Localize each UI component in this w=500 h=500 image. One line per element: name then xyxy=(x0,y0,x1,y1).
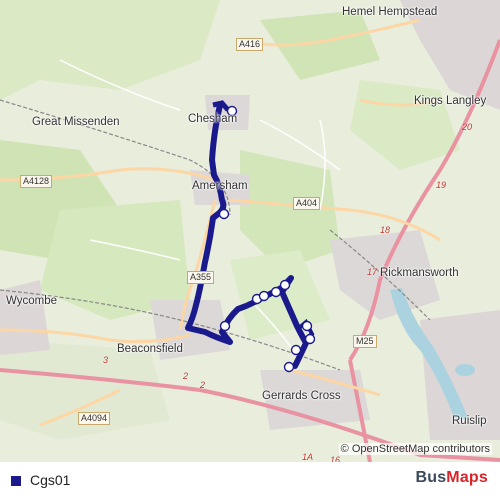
bus-stop xyxy=(301,320,313,332)
busmaps-logo[interactable]: BusMaps xyxy=(415,469,488,487)
junction-label: 1A xyxy=(302,452,314,462)
bus-stop xyxy=(290,344,302,356)
junction-label: 16 xyxy=(330,455,341,462)
place-label: Beaconsfield xyxy=(117,343,183,355)
bus-stop xyxy=(283,361,295,373)
place-label: Ruislip xyxy=(452,415,487,427)
brand-part1: Bus xyxy=(415,469,447,486)
junction-label: 19 xyxy=(436,180,447,190)
road-label: A4094 xyxy=(78,412,111,425)
bus-stop xyxy=(304,333,316,345)
bus-stop xyxy=(258,290,270,302)
bus-stop xyxy=(219,320,231,332)
junction-label: 2 xyxy=(183,371,189,381)
map-view[interactable]: Hemel Hempstead Kings Langley Great Miss… xyxy=(0,0,500,462)
bus-stop xyxy=(279,279,291,291)
place-label: Gerrards Cross xyxy=(262,390,341,402)
junction-label: 18 xyxy=(380,225,391,235)
map-attribution[interactable]: © OpenStreetMap contributors xyxy=(338,443,492,455)
route-color-swatch xyxy=(11,476,21,486)
road-label: M25 xyxy=(353,335,377,348)
junction-label: 3 xyxy=(103,355,109,365)
place-label: Rickmansworth xyxy=(380,267,459,279)
junction-label: 2 xyxy=(200,380,206,390)
place-label: Great Missenden xyxy=(32,116,120,128)
junction-label: 20 xyxy=(462,122,473,132)
place-label: Chesham xyxy=(188,113,238,125)
road-label: A4128 xyxy=(20,175,53,188)
junction-label: 17 xyxy=(367,267,378,277)
place-label: Amersham xyxy=(192,180,248,192)
route-name: Cgs01 xyxy=(30,472,71,488)
road-label: A355 xyxy=(187,271,215,284)
road-label: A404 xyxy=(293,197,321,210)
map-base xyxy=(0,0,500,462)
place-label: Kings Langley xyxy=(414,95,487,107)
bus-stop xyxy=(218,208,230,220)
place-label: Wycombe xyxy=(6,295,58,307)
place-label: Hemel Hempstead xyxy=(342,6,438,18)
brand-part2: Maps xyxy=(446,469,488,486)
bus-stop xyxy=(270,286,282,298)
road-label: A416 xyxy=(236,38,264,51)
